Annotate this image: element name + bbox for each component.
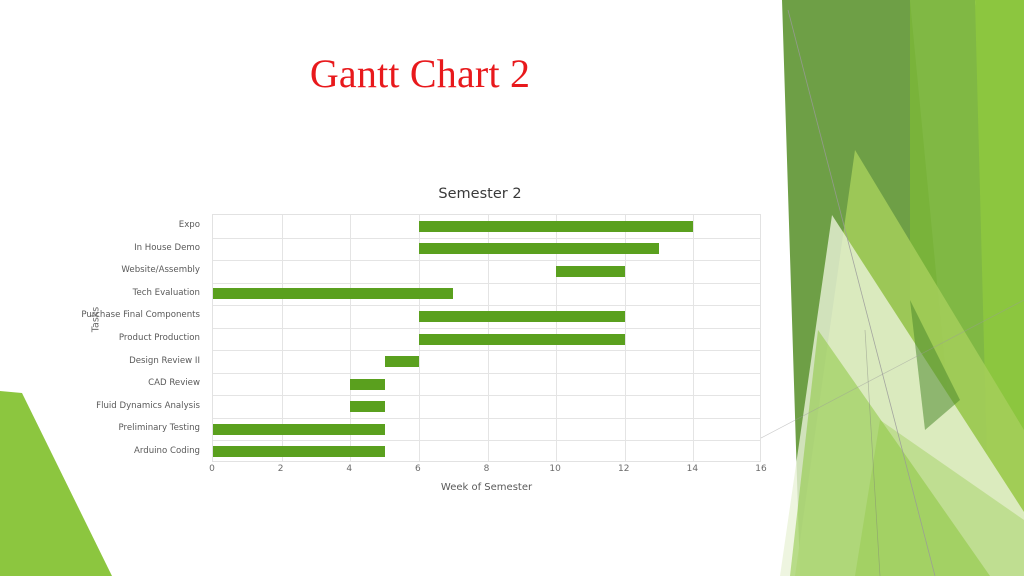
gantt-bar (213, 446, 385, 458)
gantt-bar (213, 288, 454, 300)
presentation-slide: Gantt Chart 2 Semester 2 Tasks Expo In Ho… (0, 0, 1024, 576)
grid-line-horizontal (213, 260, 760, 262)
gantt-bar (556, 265, 625, 277)
gantt-bar (213, 423, 385, 435)
grid-line-horizontal (213, 440, 760, 442)
gantt-bar (418, 243, 660, 255)
y-axis-tick-label: Purchase Final Components (81, 310, 200, 321)
y-axis-tick-label: Preliminary Testing (118, 423, 200, 434)
y-axis-tick-label: In House Demo (134, 242, 200, 253)
y-axis-tick-label: Fluid Dynamics Analysis (96, 400, 200, 411)
x-axis-tick-label: 16 (755, 464, 767, 474)
grid-line-horizontal (213, 395, 760, 397)
x-axis-tick-label: 14 (686, 464, 699, 474)
grid-line-horizontal (213, 350, 760, 352)
x-axis-tick-label: 2 (277, 464, 284, 474)
grid-line-horizontal (213, 305, 760, 307)
gantt-chart: Semester 2 Tasks Expo In House Demo Websit… (62, 182, 774, 502)
gantt-bar (418, 333, 625, 345)
y-axis-tick-label: Design Review II (129, 355, 200, 366)
x-axis-tick-label: 0 (209, 464, 215, 474)
grid-line-horizontal (213, 417, 760, 419)
y-axis-tick-label: Expo (178, 220, 200, 231)
y-axis-tick-label: CAD Review (148, 378, 200, 389)
x-axis-tick-label: 8 (483, 464, 490, 474)
gantt-bar (418, 220, 694, 232)
chart-plot-area (212, 214, 761, 462)
x-axis-tick-label: 10 (549, 464, 561, 474)
y-axis-tick-label: Product Production (118, 333, 200, 343)
y-axis-tick-label: Website/Assembly (121, 265, 200, 276)
x-axis-tick-label: 6 (415, 464, 421, 474)
grid-line-horizontal (213, 237, 760, 239)
grid-line-horizontal (213, 282, 760, 284)
grid-line-horizontal (213, 327, 760, 329)
x-axis-title: Week of Semester (440, 482, 533, 493)
chart-title: Semester 2 (438, 186, 522, 202)
x-axis-tick-labels: 0 2 4 6 8 10 12 14 16 (209, 464, 767, 482)
gantt-bar (350, 378, 385, 390)
grid-line-horizontal (213, 372, 760, 374)
page-title: Gantt Chart 2 (309, 51, 531, 96)
y-axis-tick-label: Tech Evaluation (132, 287, 200, 298)
gantt-bar (350, 401, 385, 413)
x-axis-tick-label: 12 (618, 464, 630, 474)
y-axis-tick-label: Arduino Coding (134, 445, 200, 456)
gantt-bar (418, 310, 625, 322)
gantt-bar (384, 356, 419, 368)
y-axis-category-labels: Expo In House Demo Website/Assembly Tech Ev… (62, 214, 206, 462)
x-axis-tick-label: 4 (346, 464, 353, 474)
grid-line-vertical (693, 215, 695, 461)
